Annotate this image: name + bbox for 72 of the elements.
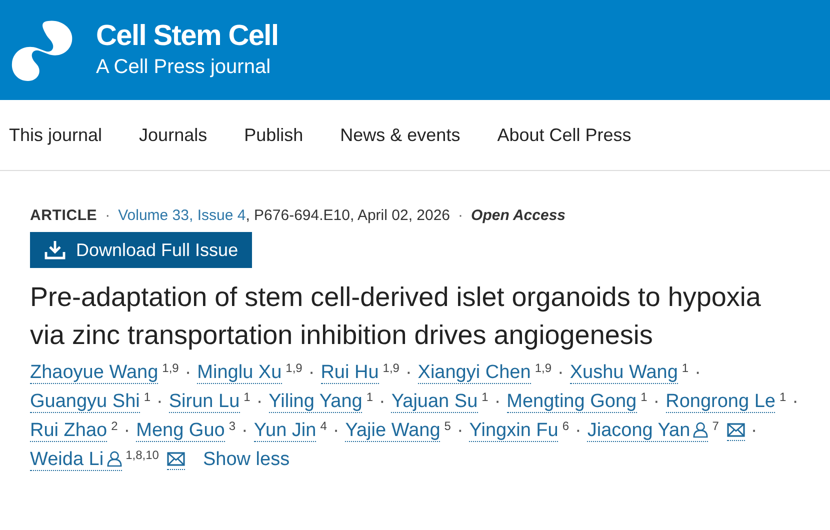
affiliation-number: 4 — [320, 419, 327, 433]
author-link[interactable]: Weida Li — [30, 450, 122, 471]
issue-link[interactable]: Volume 33, Issue 4 — [118, 207, 246, 224]
affiliation-number: 1 — [244, 390, 250, 404]
nav-link[interactable]: This journal — [9, 124, 102, 146]
separator-dot: · — [558, 362, 564, 384]
author-link[interactable]: Jiacong Yan — [587, 421, 708, 442]
separator-dot: · — [124, 420, 130, 442]
separator-dot: · — [379, 391, 386, 413]
separator-dot: · — [494, 391, 501, 413]
affiliation-number: 1,9 — [382, 361, 400, 375]
affiliation-number: 1,9 — [162, 361, 179, 375]
separator-dot: · — [105, 207, 110, 224]
author-link[interactable]: Rui Hu — [320, 363, 379, 384]
affiliation-number: 6 — [562, 419, 570, 433]
nav-link[interactable]: Publish — [244, 124, 304, 146]
separator-dot: · — [653, 391, 660, 413]
author-link[interactable]: Rongrong Le — [666, 392, 776, 413]
separator-dot: · — [156, 391, 163, 413]
separator-dot: · — [242, 420, 248, 442]
publication-details: , P676-694.E10, April 02, 2026 — [246, 207, 450, 224]
separator-dot: · — [332, 420, 340, 442]
author-link[interactable]: Yiling Yang — [268, 392, 362, 413]
affiliation-number: 3 — [228, 419, 236, 433]
article-type: ARTICLE — [30, 207, 98, 224]
journal-name[interactable]: Cell Stem Cell — [96, 19, 278, 53]
nav-link[interactable]: About Cell Press — [497, 124, 632, 146]
separator-dot: · — [456, 420, 464, 442]
separator-dot: · — [308, 362, 315, 384]
affiliation-number: 1,9 — [534, 361, 552, 375]
author-link[interactable]: Mengting Gong — [506, 392, 637, 413]
author-link[interactable]: Xiangyi Chen — [418, 363, 531, 384]
affiliation-number: 1 — [144, 390, 151, 404]
download-button[interactable]: Download Full Issue — [30, 232, 252, 268]
article-title: Pre-adaptation of stem cell-derived islet organoids to hypoxia via zinc transportation inhibition drives angiogenesis — [30, 281, 762, 352]
affiliation-number: 1 — [482, 390, 488, 404]
separator-dot: · — [184, 362, 192, 384]
author-link[interactable]: Rui Zhao — [30, 421, 108, 442]
affiliation-number: 1,9 — [286, 361, 302, 375]
nav-link[interactable]: News & events — [340, 124, 460, 146]
separator-dot: · — [575, 420, 582, 442]
affiliation-number: 1,8,10 — [126, 448, 159, 462]
email-icon[interactable] — [726, 422, 745, 440]
author-link[interactable]: Sirun Lu — [168, 392, 240, 413]
separator-dot: · — [792, 391, 798, 413]
affiliation-number: 2 — [111, 419, 118, 433]
affiliation-number: 1 — [682, 361, 689, 375]
author-link[interactable]: Guangyu Shi — [30, 392, 140, 413]
author-link[interactable]: Xushu Wang — [570, 363, 678, 384]
affiliation-number: 1 — [640, 390, 648, 404]
author-link[interactable]: Yajuan Su — [391, 392, 478, 413]
separator-dot: · — [405, 362, 412, 384]
affiliation-number: 7 — [712, 419, 719, 433]
affiliation-number: 5 — [444, 419, 451, 433]
author-link[interactable]: Meng Guo — [136, 421, 225, 442]
affiliation-number: 1 — [779, 390, 786, 404]
author-link[interactable]: Yun Jin — [254, 421, 316, 442]
access-label: Open Access — [471, 207, 566, 224]
download-icon — [44, 240, 66, 260]
nav-link[interactable]: Journals — [139, 124, 208, 146]
author-link[interactable]: Minglu Xu — [197, 363, 282, 384]
author-link[interactable]: Yingxin Fu — [469, 421, 558, 442]
journal-tagline: A Cell Press journal — [96, 55, 272, 80]
show-less-link[interactable]: Show less — [202, 449, 290, 471]
separator-dot: · — [694, 362, 701, 384]
separator-dot: · — [256, 391, 263, 413]
separator-dot: · — [750, 420, 758, 442]
affiliation-number: 1 — [366, 390, 374, 404]
author-link[interactable]: Zhaoyue Wang — [30, 363, 158, 384]
author-link[interactable]: Yajie Wang — [345, 421, 440, 442]
separator-dot: · — [458, 207, 464, 224]
email-icon[interactable] — [166, 452, 185, 470]
